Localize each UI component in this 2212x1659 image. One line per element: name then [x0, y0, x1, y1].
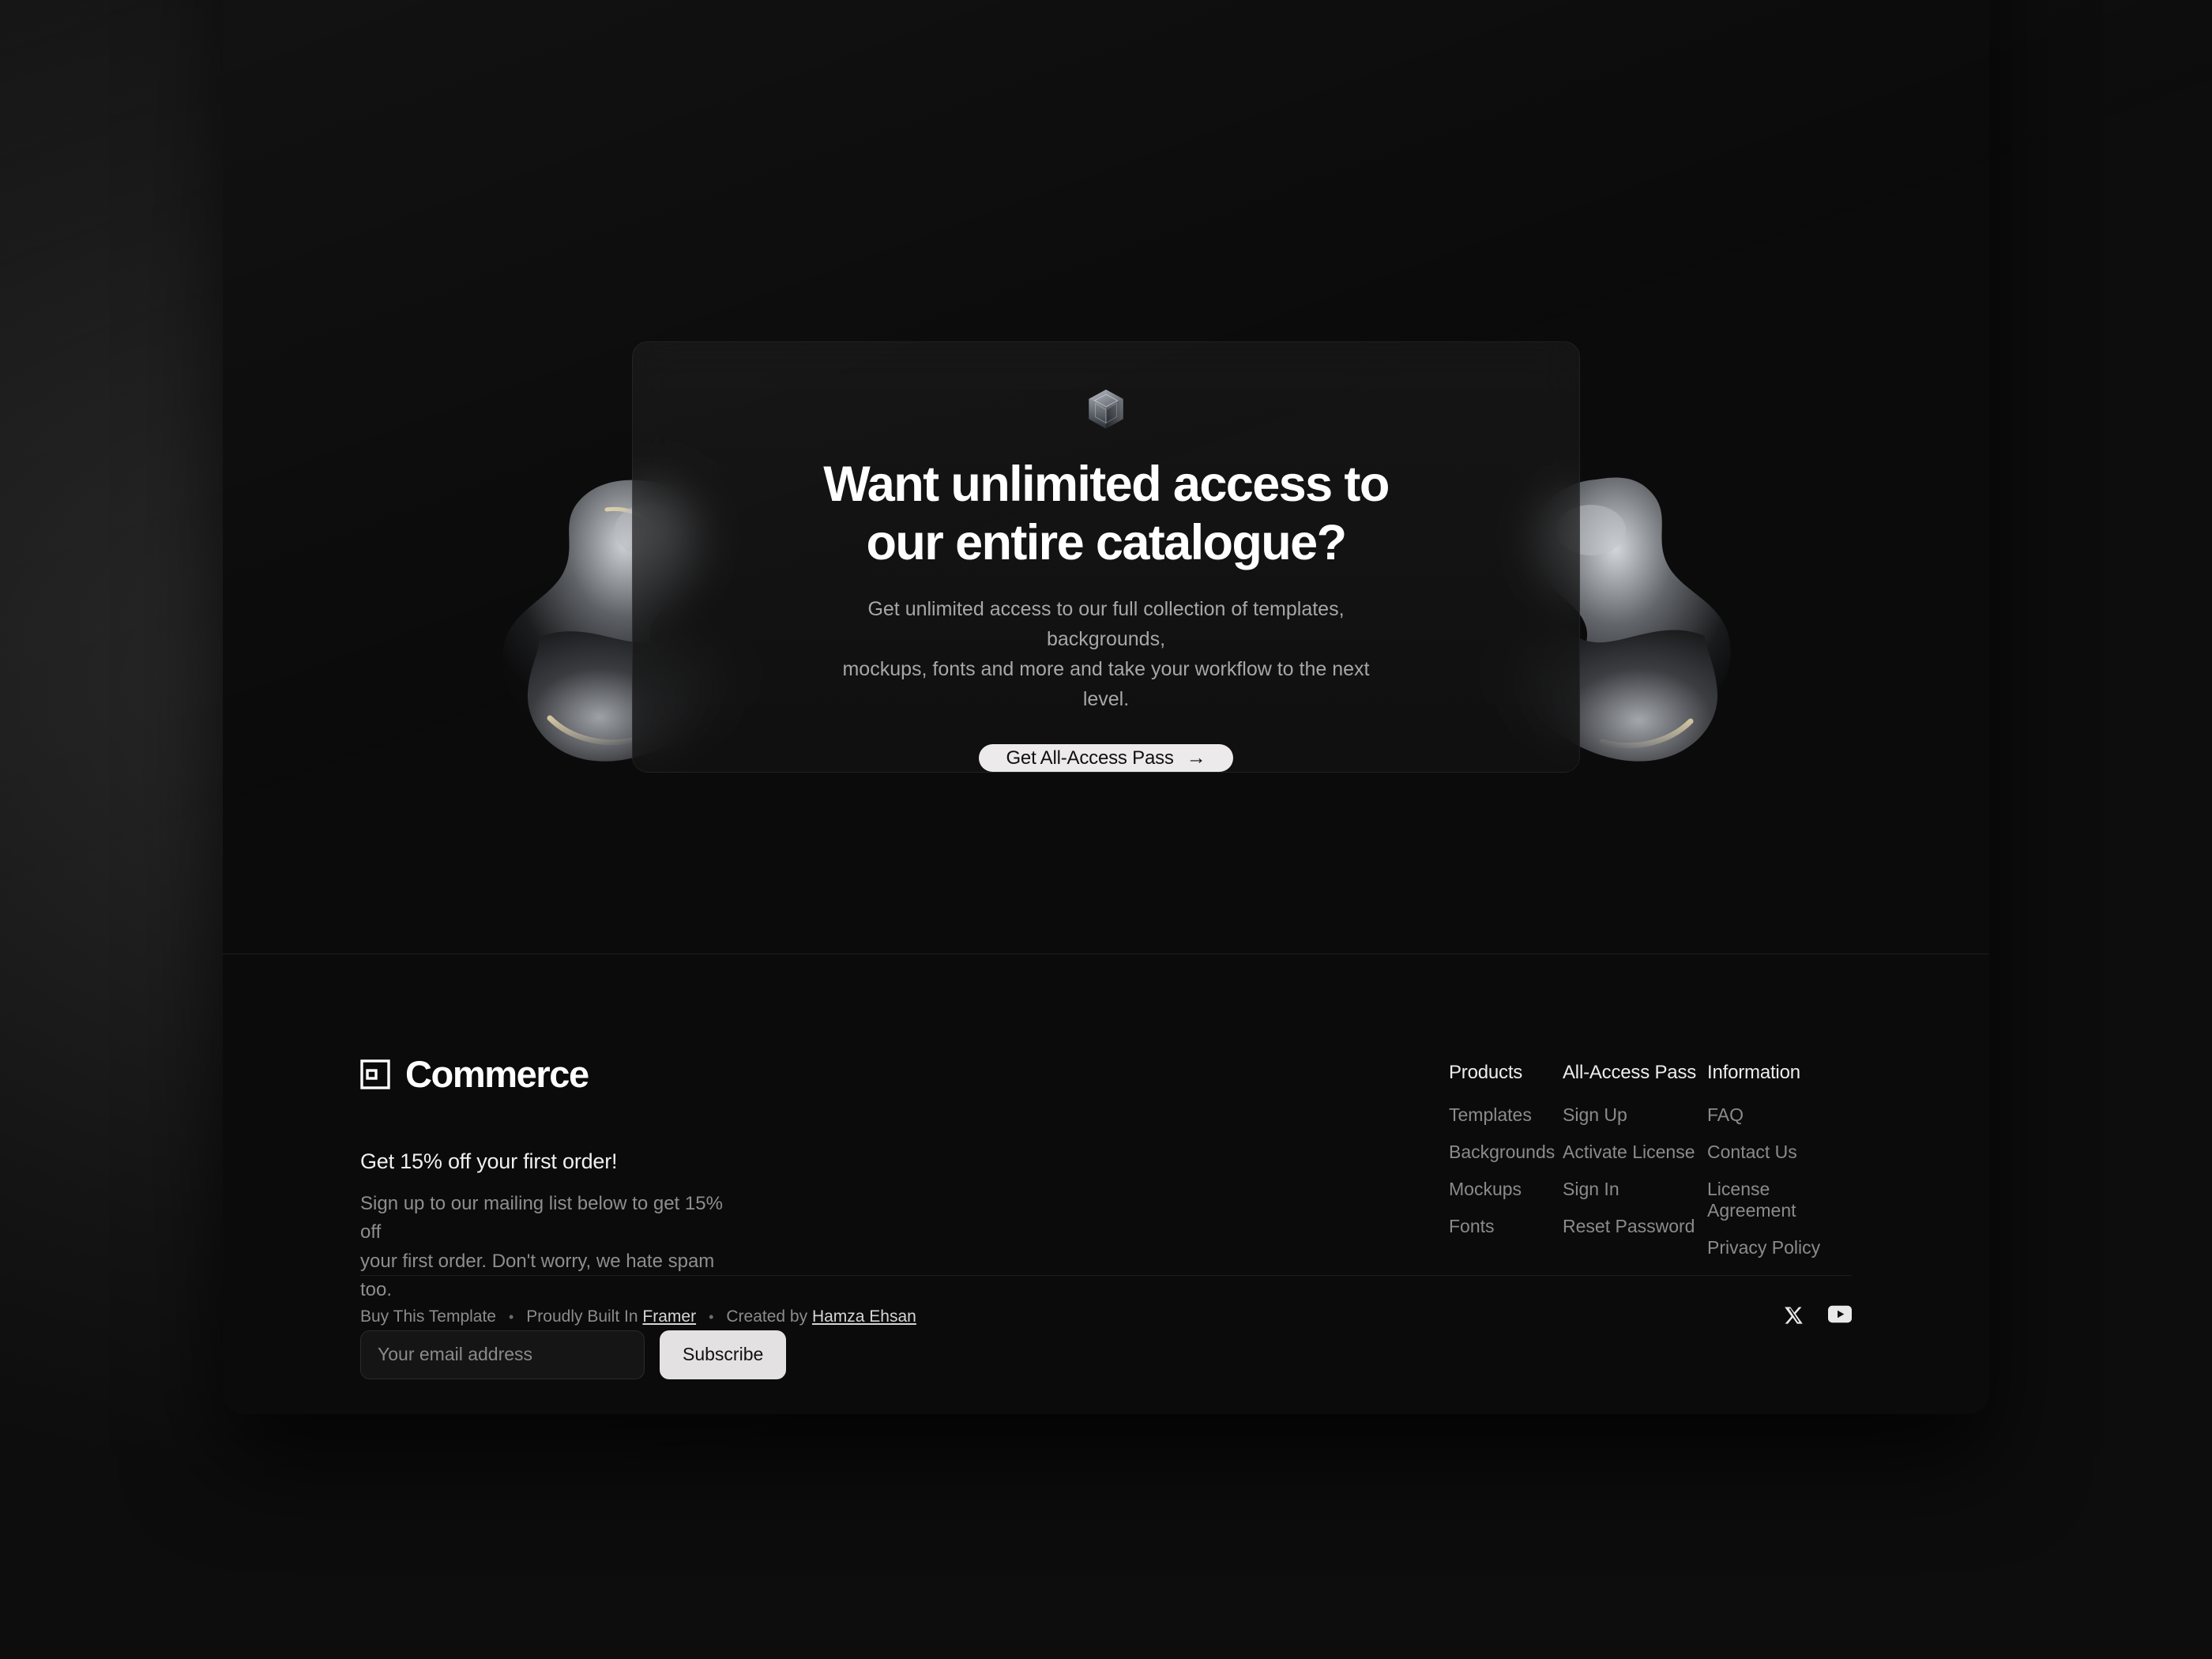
footer-column-list: Templates Backgrounds Mockups Fonts: [1449, 1104, 1563, 1237]
list-item: Backgrounds: [1449, 1142, 1563, 1163]
cta-button-label: Get All-Access Pass: [1006, 747, 1174, 769]
footer-column-list: Sign Up Activate License Sign In Reset P…: [1563, 1104, 1707, 1237]
list-item: License Agreement: [1707, 1179, 1852, 1221]
framer-link[interactable]: Framer: [642, 1307, 696, 1326]
footer-link-sign-in[interactable]: Sign In: [1563, 1179, 1620, 1199]
footer-column-information: Information FAQ Contact Us License Agree…: [1707, 1062, 1852, 1274]
footer-column-title: All-Access Pass: [1563, 1062, 1697, 1083]
all-access-cta-card: Want unlimited access to our entire cata…: [632, 341, 1580, 773]
built-in-prefix: Proudly Built In: [526, 1307, 638, 1326]
newsletter-email-input[interactable]: [360, 1330, 645, 1379]
footer-link-sign-up[interactable]: Sign Up: [1563, 1104, 1627, 1125]
footer-link-privacy-policy[interactable]: Privacy Policy: [1707, 1237, 1820, 1258]
footer-link-reset-password[interactable]: Reset Password: [1563, 1216, 1695, 1236]
desktop-backdrop: ARLO ✱ ✱ SANS Available in 6 weights wit…: [0, 0, 2212, 1659]
cta-paragraph-line-2: mockups, fonts and more and take your wo…: [842, 658, 1370, 711]
credits-separator: •: [508, 1308, 514, 1325]
footer-column-products: Products Templates Backgrounds Mockups F…: [1449, 1062, 1563, 1274]
list-item: Templates: [1449, 1104, 1563, 1126]
credits-separator: •: [709, 1308, 714, 1325]
list-item: Activate License: [1563, 1142, 1707, 1163]
youtube-icon: [1828, 1305, 1852, 1323]
x-icon: [1785, 1307, 1803, 1324]
footer-column-all-access-pass: All-Access Pass Sign Up Activate License…: [1563, 1062, 1707, 1274]
footer-credits: Buy This Template • Proudly Built In Fra…: [360, 1307, 916, 1326]
newsletter-paragraph-line-1: Sign up to our mailing list below to get…: [360, 1193, 723, 1243]
newsletter-heading: Get 15% off your first order!: [360, 1149, 618, 1173]
list-item: Privacy Policy: [1707, 1237, 1852, 1258]
list-item: Contact Us: [1707, 1142, 1852, 1163]
footer-column-title: Information: [1707, 1062, 1800, 1083]
cta-heading-line-1: Want unlimited access to: [823, 456, 1390, 512]
footer-link-license-agreement[interactable]: License Agreement: [1707, 1179, 1796, 1221]
cta-heading: Want unlimited access to our entire cata…: [823, 456, 1390, 572]
footer-brand-column: Commerce Get 15% off your first order! S…: [360, 1052, 1040, 1379]
page-panel: ARLO ✱ ✱ SANS Available in 6 weights wit…: [223, 0, 1989, 1414]
commerce-logo-icon: [360, 1059, 390, 1089]
footer-logo-text: Commerce: [405, 1053, 589, 1095]
footer-link-columns: Products Templates Backgrounds Mockups F…: [1449, 1052, 1852, 1274]
footer-social-links: [1784, 1305, 1852, 1329]
footer-link-fonts[interactable]: Fonts: [1449, 1216, 1495, 1236]
youtube-link[interactable]: [1828, 1305, 1852, 1329]
list-item: FAQ: [1707, 1104, 1852, 1126]
list-item: Mockups: [1449, 1179, 1563, 1200]
footer-column-list: FAQ Contact Us License Agreement Privacy…: [1707, 1104, 1852, 1258]
all-access-cta-section: Want unlimited access to our entire cata…: [223, 341, 1989, 904]
created-by-prefix: Created by: [726, 1307, 808, 1326]
footer-bottom-bar: Buy This Template • Proudly Built In Fra…: [360, 1305, 1852, 1329]
footer-link-contact-us[interactable]: Contact Us: [1707, 1142, 1797, 1162]
arrow-right-icon: →: [1186, 747, 1206, 769]
x-twitter-link[interactable]: [1784, 1305, 1808, 1329]
footer-link-templates[interactable]: Templates: [1449, 1104, 1532, 1125]
newsletter-form: Subscribe: [360, 1330, 1040, 1379]
glass-cube-icon: [1089, 389, 1123, 429]
footer-link-backgrounds[interactable]: Backgrounds: [1449, 1142, 1555, 1162]
footer-link-faq[interactable]: FAQ: [1707, 1104, 1744, 1125]
site-footer: Commerce Get 15% off your first order! S…: [223, 954, 1989, 1414]
cta-paragraph: Get unlimited access to our full collect…: [830, 594, 1382, 714]
footer-link-mockups[interactable]: Mockups: [1449, 1179, 1522, 1199]
list-item: Sign Up: [1563, 1104, 1707, 1126]
list-item: Sign In: [1563, 1179, 1707, 1200]
buy-this-template-link[interactable]: Buy This Template: [360, 1307, 496, 1326]
footer-link-activate-license[interactable]: Activate License: [1563, 1142, 1695, 1162]
list-item: Fonts: [1449, 1216, 1563, 1237]
author-link[interactable]: Hamza Ehsan: [812, 1307, 916, 1326]
footer-bottom-divider: [360, 1275, 1852, 1276]
get-all-access-pass-button[interactable]: Get All-Access Pass →: [979, 744, 1233, 772]
footer-column-title: Products: [1449, 1062, 1523, 1083]
cta-heading-line-2: our entire catalogue?: [866, 514, 1347, 570]
newsletter-paragraph: Sign up to our mailing list below to get…: [360, 1190, 732, 1305]
list-item: Reset Password: [1563, 1216, 1707, 1237]
subscribe-button[interactable]: Subscribe: [660, 1330, 787, 1379]
cta-paragraph-line-1: Get unlimited access to our full collect…: [867, 598, 1345, 651]
footer-logo[interactable]: Commerce: [360, 1052, 1040, 1096]
